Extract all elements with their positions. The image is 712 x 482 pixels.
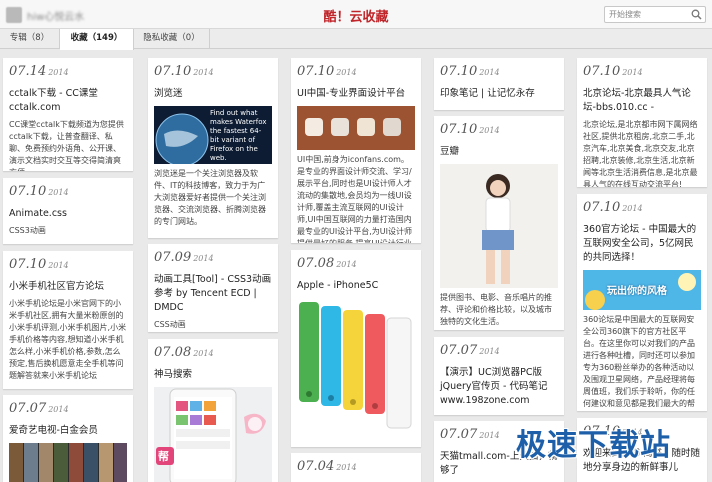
card-title[interactable]: Animate.css [9, 207, 127, 221]
card-title[interactable]: 小米手机社区官方论坛 [9, 280, 127, 294]
card-date: 07.10 2014 [297, 64, 357, 79]
card-thumbnail[interactable] [9, 443, 127, 482]
card-date: 07.10 2014 [440, 122, 500, 137]
favorite-card[interactable]: 07.10 2014 Animate.css CSS3动画 [3, 178, 133, 244]
card-thumbnail[interactable] [297, 298, 415, 438]
card-description: CSS动画 [154, 320, 186, 329]
card-thumbnail[interactable] [440, 164, 558, 288]
card-description: 小米手机论坛是小米官网下的小米手机社区,拥有大量米粉原创的小米手机评测,小米手机… [9, 299, 127, 380]
card-date: 07.10 2014 [9, 257, 69, 272]
card-title[interactable]: 印象笔记 | 让记忆永存 [440, 87, 558, 101]
tab-favorites[interactable]: 收藏（149） [60, 29, 134, 50]
card-description: UI中国,前身为iconfans.com。是专业的界面设计师交流、学习/展示平台… [297, 155, 412, 243]
tab-private-favorites[interactable]: 隐私收藏（0） [134, 29, 210, 49]
favorite-card[interactable]: 07.09 2014 动画工具[Tool] - CSS3动画参考 by Tence… [148, 244, 278, 332]
card-date: 07.08 2014 [154, 345, 214, 360]
site-title: 酷！云收藏 [323, 10, 389, 25]
card-title[interactable]: 【演示】UC浏览器PC版 jQuery官传页 - 代码笔记 www.198zon… [440, 366, 558, 408]
card-thumbnail[interactable]: 玩出你的风格 [583, 270, 701, 310]
favorite-card[interactable]: 07.10 2014 UI中国-专业界面设计平台 UI中国,前身为iconfans… [291, 58, 421, 243]
search-box [604, 6, 706, 23]
avatar[interactable] [6, 7, 22, 23]
tab-bar: 专辑（8） 收藏（149） 隐私收藏（0） [0, 29, 712, 50]
favorite-card[interactable]: 07.10 2014 印象笔记 | 让记忆永存 [434, 58, 564, 110]
top-bar: hiw心悦云水 酷！云收藏 [0, 0, 712, 29]
card-title[interactable]: 爱奇艺电视-白金会员 [9, 424, 127, 438]
thumbnail-caption: 玩出你的风格 [607, 286, 667, 297]
card-date: 07.07 2014 [440, 343, 500, 358]
card-date: 07.10 2014 [583, 64, 643, 79]
search-input[interactable] [609, 8, 689, 21]
card-description: 浏览迷是一个关注浏览器及软件、IT的科技博客，致力于为广大浏览器爱好者提供一个关… [154, 169, 266, 226]
favorite-card[interactable]: 07.08 2014 神马搜索 帮 [148, 339, 278, 482]
card-title[interactable]: 神马搜索 [154, 368, 272, 382]
card-date: 07.14 2014 [9, 64, 69, 79]
card-thumbnail[interactable] [297, 106, 415, 150]
card-description: CC课堂cctalk下载频道为您提供cctalk下载，让普查翻译、私聊、免费预约… [9, 120, 124, 171]
card-date: 07.10 2014 [440, 64, 500, 79]
favorite-card[interactable]: 07.10 2014 浏览迷 Find out what makes Waterf… [148, 58, 278, 238]
card-title[interactable]: 360官方论坛 - 中国最大的互联网安全公司，5亿网民的共同选择！ [583, 223, 701, 265]
watermark: 极速下载站 [516, 428, 671, 463]
card-date: 07.04 2014 [297, 459, 357, 474]
card-thumbnail[interactable]: Find out what makes Waterfox the fastest… [154, 106, 272, 164]
card-date: 07.10 2014 [583, 200, 643, 215]
favorite-card[interactable]: 07.07 2014 【演示】UC浏览器PC版 jQuery官传页 - 代码笔记 … [434, 337, 564, 415]
card-date: 07.10 2014 [9, 184, 69, 199]
card-title[interactable]: 动画工具[Tool] - CSS3动画参考 by Tencent ECD | D… [154, 273, 272, 315]
card-title[interactable]: 北京论坛-北京最具人气论坛-bbs.010.cc - [583, 87, 701, 115]
card-description: 北京论坛,是北京都市网下属网络社区,提供北京租房,北京二手,北京汽车,北京美食,… [583, 120, 698, 187]
username[interactable]: hiw心悦云水 [27, 8, 84, 23]
favorite-card[interactable]: 07.10 2014 小米手机社区官方论坛 小米手机论坛是小米官网下的小米手机社区… [3, 251, 133, 389]
card-title[interactable]: 浏览迷 [154, 87, 272, 101]
favorite-card[interactable]: 07.07 2014 爱奇艺电视-白金会员 [3, 395, 133, 482]
thumbnail-caption: 帮 [158, 450, 169, 463]
favorite-card[interactable]: 07.04 2014 [291, 453, 421, 482]
favorite-card[interactable]: 07.08 2014 Apple - iPhone5C [291, 250, 421, 447]
card-thumbnail[interactable]: 帮 [154, 387, 272, 482]
favorite-card[interactable]: 07.14 2014 cctalk下载 - CC课堂 cctalk.com CC课… [3, 58, 133, 171]
card-description: 提供图书、电影、音乐唱片的推荐、评论和价格比较，以及城市独特的文化生活。 [440, 293, 552, 326]
card-title[interactable]: 豆瓣 [440, 145, 558, 159]
search-icon[interactable] [691, 9, 702, 20]
card-description: CSS3动画 [9, 226, 46, 235]
tab-albums[interactable]: 专辑（8） [0, 29, 60, 49]
card-date: 07.07 2014 [9, 401, 69, 416]
favorite-card[interactable]: 07.10 2014 360官方论坛 - 中国最大的互联网安全公司，5亿网民的共同… [577, 194, 707, 411]
card-date: 07.10 2014 [154, 64, 214, 79]
favorite-card[interactable]: 07.10 2014 北京论坛-北京最具人气论坛-bbs.010.cc - 北京论… [577, 58, 707, 187]
card-date: 07.09 2014 [154, 250, 214, 265]
card-title[interactable]: cctalk下载 - CC课堂 cctalk.com [9, 87, 127, 115]
card-title[interactable]: Apple - iPhone5C [297, 279, 415, 293]
card-title[interactable]: UI中国-专业界面设计平台 [297, 87, 415, 101]
card-description: 360论坛是中国最大的互联网安全公司360旗下的官方社区平台。在这里你可以对我们… [583, 315, 695, 408]
user-info[interactable]: hiw心悦云水 [6, 7, 84, 23]
card-date: 07.08 2014 [297, 256, 357, 271]
favorite-card[interactable]: 07.10 2014 豆瓣 提供图书、电影、音乐唱片的推荐、评论和价格比较，以及城… [434, 116, 564, 330]
thumbnail-caption: Find out what makes Waterfox the fastest… [210, 109, 267, 162]
